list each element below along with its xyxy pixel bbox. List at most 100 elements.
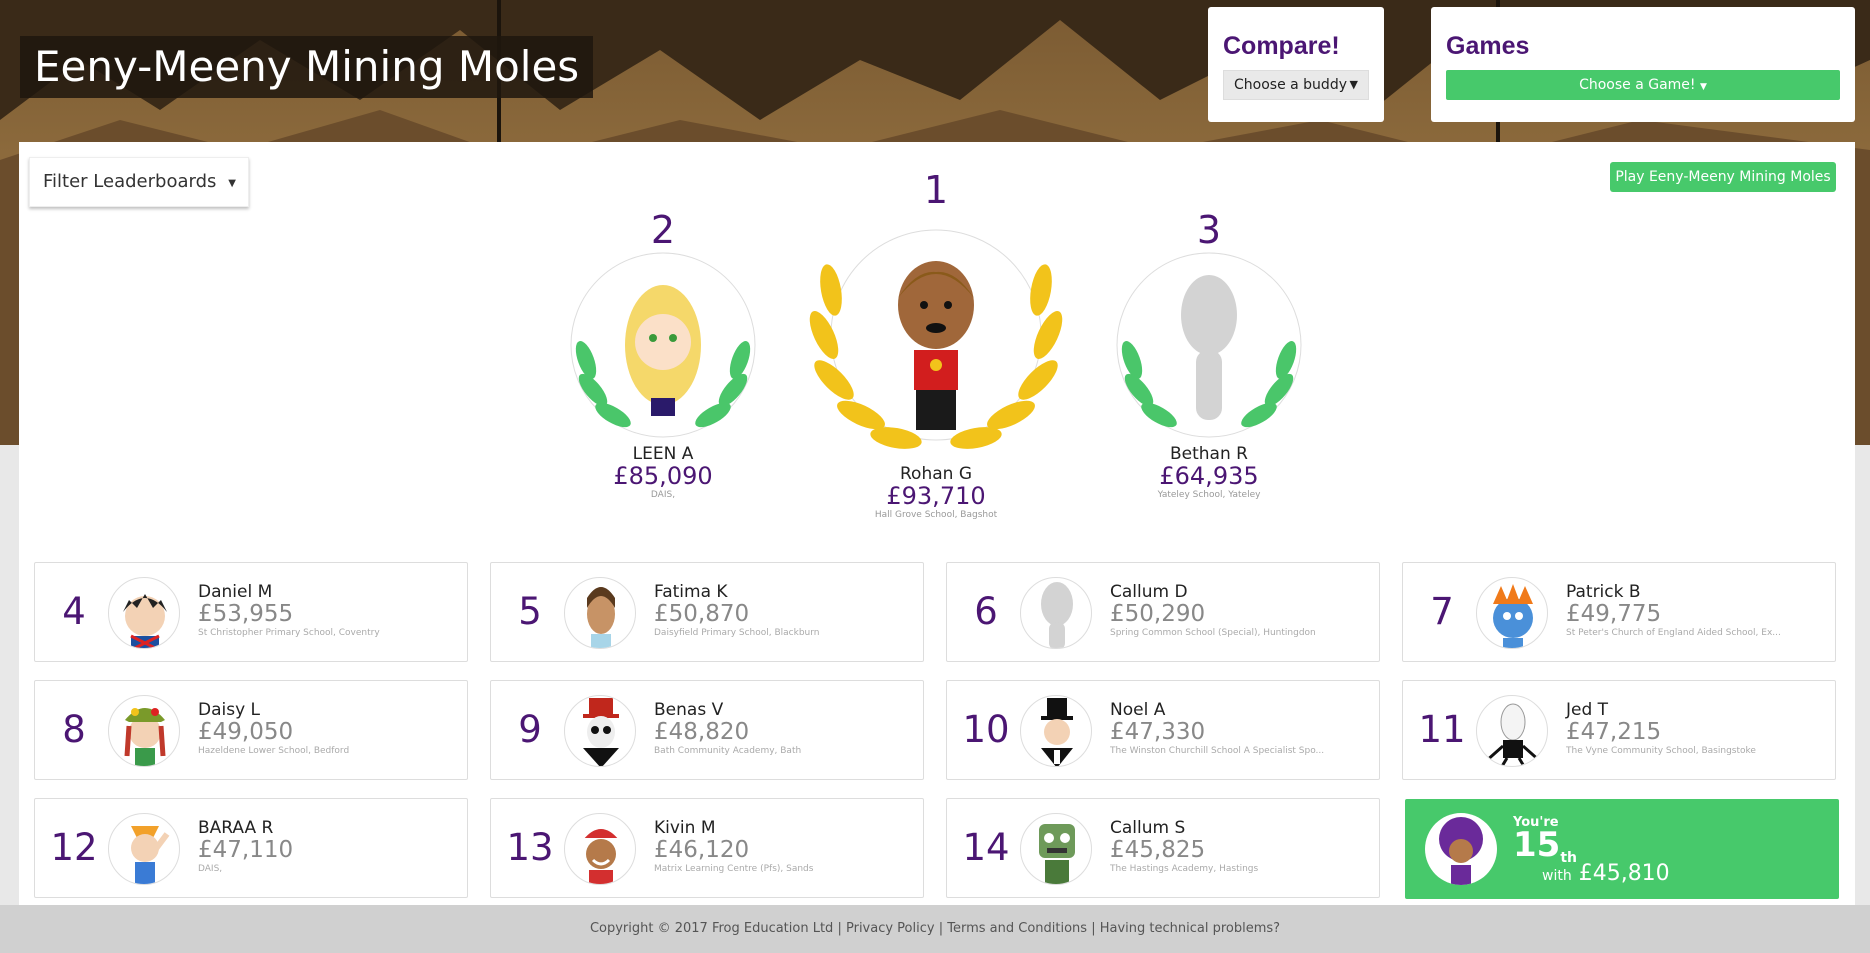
tile-score: £53,955 — [198, 601, 294, 627]
tile-name: Daisy L — [198, 700, 261, 720]
avatar — [564, 577, 636, 649]
tile-name: Fatima K — [654, 582, 728, 602]
tile-name: Benas V — [654, 700, 724, 720]
caret-down-icon: ▼ — [1700, 82, 1707, 92]
tile-name: Kivin M — [654, 818, 716, 838]
leaderboard-tile[interactable]: 10 Noel A £47,330 The Winston Churchill … — [946, 680, 1380, 780]
leaderboard-tile[interactable]: 7 Patrick B £49,775 St Peter's Church of… — [1402, 562, 1836, 662]
you-score-line: with £45,810 — [1542, 861, 1670, 886]
podium-third[interactable]: 3 Bethan R £64,935 Yateley School, Yatel… — [1104, 210, 1314, 502]
tile-rank: 8 — [62, 708, 86, 751]
tile-score: £49,050 — [198, 719, 294, 745]
podium-school: Yateley School, Yateley — [1157, 490, 1261, 500]
avatar — [1476, 577, 1548, 649]
tile-name: Callum S — [1110, 818, 1186, 838]
podium-rank: 1 — [923, 168, 949, 212]
podium-second[interactable]: 2 LEEN A £85,090 DAIS, — [558, 210, 768, 502]
games-card: Games Choose a Game! ▼ — [1431, 7, 1855, 122]
avatar — [1020, 695, 1092, 767]
avatar — [1425, 813, 1497, 885]
tile-school: The Hastings Academy, Hastings — [1110, 864, 1259, 874]
podium-score: £64,935 — [1159, 462, 1259, 490]
bronze-laurel-avatar — [1116, 252, 1302, 438]
leaderboard-tile[interactable]: 11 Jed T £47,215 The Vyne Community Scho… — [1402, 680, 1836, 780]
page-title: Eeny-Meeny Mining Moles — [20, 36, 594, 98]
filter-label: Filter Leaderboards — [43, 171, 217, 192]
tile-school: DAIS, — [198, 864, 223, 874]
tile-rank: 5 — [518, 590, 542, 633]
choose-game-button[interactable]: Choose a Game! ▼ — [1446, 70, 1840, 100]
tile-score: £47,330 — [1110, 719, 1206, 745]
tile-name: Callum D — [1110, 582, 1188, 602]
you-with-label: with — [1542, 868, 1572, 884]
podium-name: Bethan R — [1170, 444, 1248, 464]
leaderboard-tile[interactable]: 5 Fatima K £50,870 Daisyfield Primary Sc… — [490, 562, 924, 662]
filter-leaderboards-dropdown[interactable]: Filter Leaderboards ▼ — [29, 157, 249, 207]
tile-rank: 12 — [50, 826, 98, 869]
tile-score: £49,775 — [1566, 601, 1662, 627]
tile-score: £47,110 — [198, 837, 294, 863]
tile-school: Daisyfield Primary School, Blackburn — [654, 628, 820, 638]
podium-name: Rohan G — [900, 464, 972, 484]
terms-link[interactable]: Terms and Conditions — [947, 921, 1087, 936]
avatar — [108, 695, 180, 767]
leaderboard-tile[interactable]: 12 BARAA R £47,110 DAIS, — [34, 798, 468, 898]
avatar — [108, 577, 180, 649]
leaderboard-tile[interactable]: 4 Daniel M £53,955 St Christopher Primar… — [34, 562, 468, 662]
tile-rank: 7 — [1430, 590, 1454, 633]
leaderboard-tile[interactable]: 9 Benas V £48,820 Bath Community Academy… — [490, 680, 924, 780]
tile-score: £50,870 — [654, 601, 750, 627]
technical-problems-link[interactable]: Having technical problems? — [1100, 921, 1280, 936]
tile-rank: 14 — [962, 826, 1010, 869]
leaderboard-tile[interactable]: 13 Kivin M £46,120 Matrix Learning Centr… — [490, 798, 924, 898]
tile-name: Noel A — [1110, 700, 1166, 720]
tile-name: Patrick B — [1566, 582, 1641, 602]
podium-first[interactable]: 1 Rohan G £93,710 Hall Grove School, Bag… — [786, 170, 1086, 522]
gold-laurel-avatar — [809, 229, 1063, 449]
leaderboard-tile[interactable]: 6 Callum D £50,290 Spring Common School … — [946, 562, 1380, 662]
avatar — [564, 813, 636, 885]
privacy-link[interactable]: Privacy Policy — [846, 921, 935, 936]
avatar — [564, 695, 636, 767]
avatar — [108, 813, 180, 885]
tile-name: Jed T — [1566, 700, 1609, 720]
tile-school: St Christopher Primary School, Coventry — [198, 628, 380, 638]
compare-title: Compare! — [1223, 32, 1340, 60]
play-game-button[interactable]: Play Eeny-Meeny Mining Moles — [1610, 162, 1836, 192]
tile-rank: 4 — [62, 590, 86, 633]
leaderboard-tile[interactable]: 14 Callum S £45,825 The Hastings Academy… — [946, 798, 1380, 898]
tile-rank: 10 — [962, 708, 1010, 751]
caret-down-icon: ▼ — [228, 178, 236, 189]
compare-card: Compare! Choose a buddy ▼ — [1208, 7, 1384, 122]
your-rank-card[interactable]: You're 15th with £45,810 — [1405, 799, 1839, 899]
tile-name: Daniel M — [198, 582, 273, 602]
tile-score: £48,820 — [654, 719, 750, 745]
tile-rank: 9 — [518, 708, 542, 751]
avatar — [1476, 695, 1548, 767]
footer: Copyright © 2017 Frog Education Ltd | Pr… — [0, 905, 1870, 953]
podium-school: Hall Grove School, Bagshot — [874, 510, 998, 520]
avatar — [1020, 577, 1092, 649]
tile-school: The Winston Churchill School A Specialis… — [1110, 746, 1325, 756]
tile-school: Spring Common School (Special), Huntingd… — [1110, 628, 1316, 638]
avatar — [1020, 813, 1092, 885]
tile-school: Hazeldene Lower School, Bedford — [198, 746, 350, 756]
tile-score: £50,290 — [1110, 601, 1206, 627]
buddy-select[interactable]: Choose a buddy ▼ — [1223, 70, 1369, 100]
choose-game-label: Choose a Game! — [1579, 77, 1696, 93]
podium-rank: 2 — [650, 208, 676, 252]
silver-laurel-avatar — [570, 252, 756, 438]
tile-school: Matrix Learning Centre (Pfs), Sands — [654, 864, 814, 874]
tile-rank: 11 — [1418, 708, 1466, 751]
tile-score: £45,825 — [1110, 837, 1206, 863]
podium-name: LEEN A — [632, 444, 694, 464]
tile-name: BARAA R — [198, 818, 274, 838]
podium-rank: 3 — [1196, 208, 1222, 252]
podium-score: £85,090 — [613, 462, 713, 490]
buddy-select-value: Choose a buddy — [1234, 77, 1347, 93]
podium-school: DAIS, — [650, 490, 676, 500]
you-rank-number: 15 — [1513, 825, 1561, 865]
leaderboard-tile[interactable]: 8 Daisy L £49,050 Hazeldene Lower School… — [34, 680, 468, 780]
you-score: £45,810 — [1578, 861, 1670, 886]
games-title: Games — [1446, 32, 1530, 60]
